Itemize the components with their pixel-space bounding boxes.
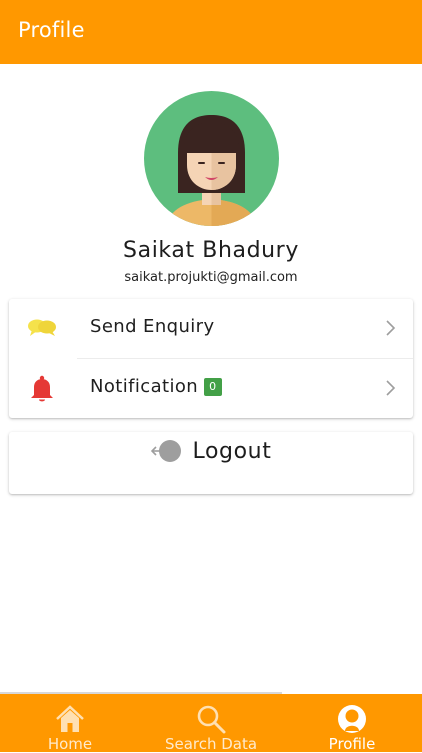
notification-label-wrap: Notification 0 [90,376,222,397]
nav-tab-home[interactable]: Home [0,694,140,753]
nav-tab-profile[interactable]: Profile [282,694,422,753]
notification-count-badge: 0 [204,378,222,396]
nav-tab-search-data[interactable]: Search Data [141,694,281,753]
chat-bubbles-icon [27,314,57,344]
home-icon [55,704,85,734]
send-enquiry-item[interactable]: Send Enquiry [9,299,413,359]
notification-item[interactable]: Notification 0 [9,359,413,418]
user-name: Saikat Bhadury [123,238,299,263]
logout-button[interactable]: Logout [9,432,413,494]
nav-label-home: Home [47,735,93,753]
profile-icon [337,704,367,734]
avatar [144,91,279,226]
bottom-nav: Home Search Data Profile [0,692,422,753]
search-icon [196,704,226,734]
app-bar: Profile [0,0,422,64]
chevron-right-icon [385,320,397,336]
notification-label: Notification [90,376,199,397]
bell-icon [27,374,57,404]
page-title: Profile [18,18,85,42]
nav-label-profile: Profile [328,735,376,753]
profile-menu-card: Send Enquiry Notification 0 [9,299,413,418]
chevron-right-icon [385,380,397,396]
logout-arrow-icon [150,438,183,464]
nav-label-search-data: Search Data [164,735,258,753]
user-email: saikat.projukti@gmail.com [124,270,298,285]
send-enquiry-label: Send Enquiry [90,316,215,337]
logout-label: Logout [192,438,272,464]
